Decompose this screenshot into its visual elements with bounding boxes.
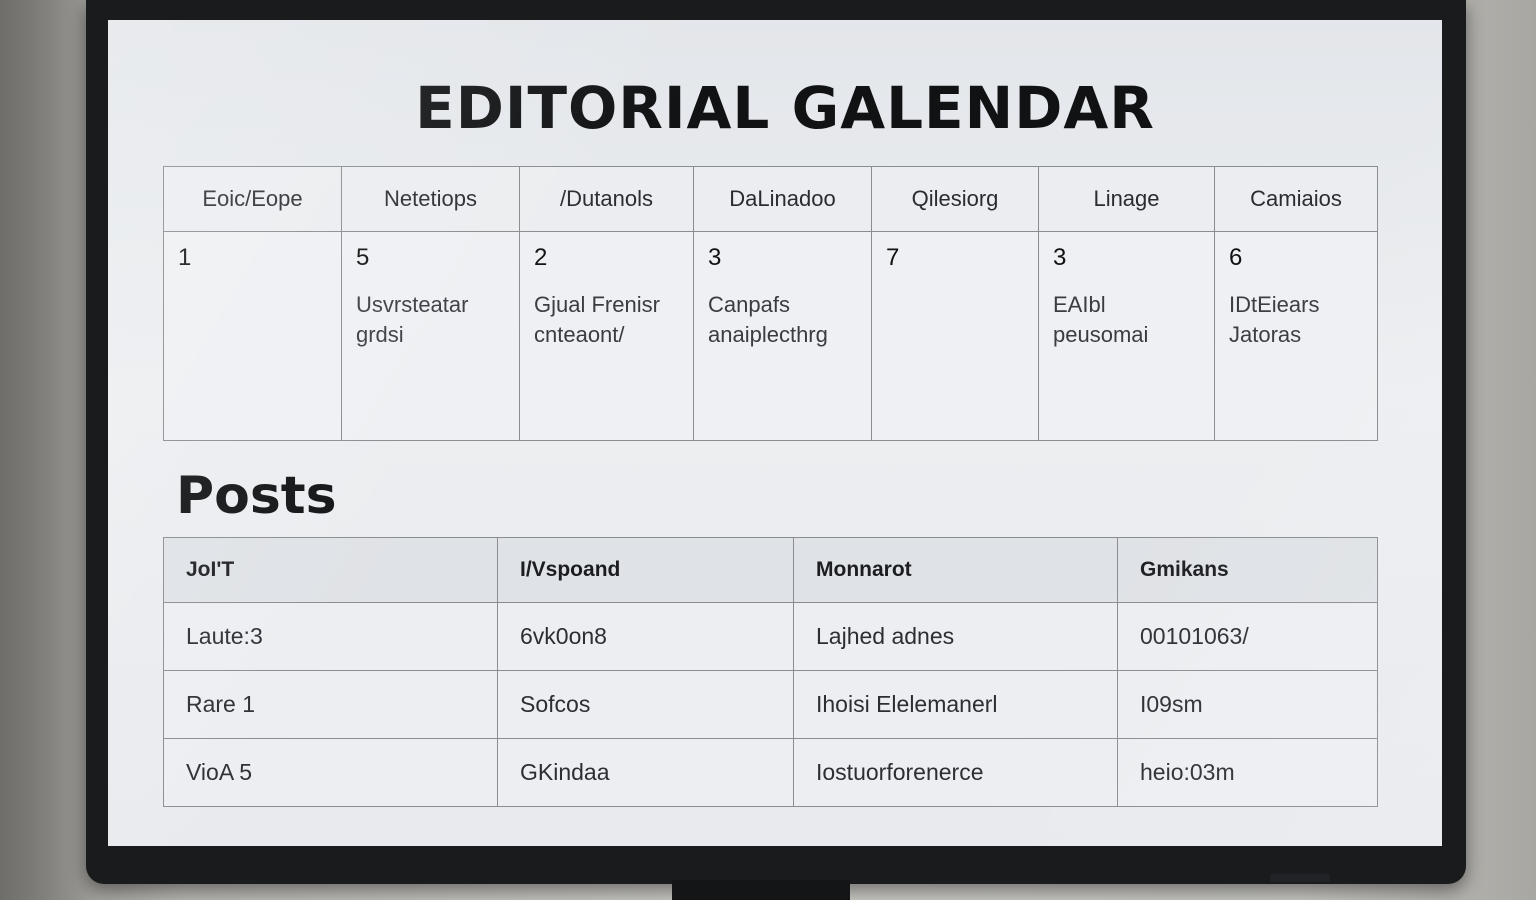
posts-cell: Iostuorforenerce bbox=[793, 738, 1118, 807]
calendar-cell-text: cnteaont/ bbox=[534, 322, 625, 347]
calendar-header-cell[interactable]: Camiaios bbox=[1214, 166, 1378, 232]
posts-cell: heio:03m bbox=[1117, 738, 1378, 807]
calendar-cell-number: 3 bbox=[1053, 244, 1067, 271]
calendar-cell[interactable]: 3 Canpafs anaiplecthrg bbox=[693, 231, 872, 441]
posts-table: JoI'T I/Vspoand Monnarot Gmikans Laute:3… bbox=[163, 537, 1378, 807]
calendar-cell-text: IDtEiears bbox=[1229, 292, 1320, 317]
calendar-cell-text: peusomai bbox=[1053, 322, 1149, 347]
posts-cell: 6vk0on8 bbox=[497, 602, 794, 671]
calendar-cell-number: 6 bbox=[1229, 244, 1243, 271]
calendar-cell[interactable]: 7 bbox=[871, 231, 1039, 441]
calendar-cell[interactable]: 5 Usvrsteatar grdsi bbox=[341, 231, 520, 441]
monitor-stand-foot bbox=[1270, 874, 1330, 882]
calendar-cell-text: EAIbl bbox=[1053, 292, 1106, 317]
calendar-cell[interactable]: 1 bbox=[163, 231, 342, 441]
calendar-cell-number: 7 bbox=[886, 244, 900, 271]
calendar-cell-number: 1 bbox=[178, 244, 192, 271]
calendar-header-row: Eoic/Eope Netetiops /Dutanols DaLinadoo … bbox=[163, 166, 1378, 232]
calendar-header-cell[interactable]: DaLinadoo bbox=[693, 166, 872, 232]
calendar-cell-text: Gjual Frenisr bbox=[534, 292, 660, 317]
calendar-cell-text: Jatoras bbox=[1229, 322, 1302, 347]
table-row[interactable]: VioA 5 GKindaa Iostuorforenerce heio:03m bbox=[163, 738, 1378, 807]
table-row[interactable]: Rare 1 Sofcos Ihoisi Elelemanerl I09sm bbox=[163, 670, 1378, 739]
calendar-table: Eoic/Eope Netetiops /Dutanols DaLinadoo … bbox=[163, 166, 1378, 441]
calendar-header-cell[interactable]: Netetiops bbox=[341, 166, 520, 232]
posts-cell: Lajhed adnes bbox=[793, 602, 1118, 671]
calendar-header-cell[interactable]: Qilesiorg bbox=[871, 166, 1039, 232]
table-row[interactable]: Laute:3 6vk0on8 Lajhed adnes 00101063/ bbox=[163, 602, 1378, 671]
posts-header-row: JoI'T I/Vspoand Monnarot Gmikans bbox=[163, 537, 1378, 603]
posts-cell: 00101063/ bbox=[1117, 602, 1378, 671]
wall-shadow bbox=[0, 0, 100, 900]
posts-column-header[interactable]: JoI'T bbox=[163, 537, 498, 603]
calendar-row: 1 5 Usvrsteatar grdsi 2 Gjual Frenisr cn… bbox=[163, 231, 1378, 441]
calendar-cell-text: Usvrsteatar bbox=[356, 292, 469, 317]
calendar-header-cell[interactable]: /Dutanols bbox=[519, 166, 694, 232]
posts-section-title: Posts bbox=[176, 466, 337, 526]
posts-cell: Sofcos bbox=[497, 670, 794, 739]
calendar-cell-text: grdsi bbox=[356, 322, 404, 347]
monitor-stand bbox=[672, 880, 850, 900]
calendar-cell-text: anaiplecthrg bbox=[708, 322, 828, 347]
calendar-cell-number: 2 bbox=[534, 244, 548, 271]
calendar-cell[interactable]: 3 EAIbl peusomai bbox=[1038, 231, 1215, 441]
calendar-cell-text: Canpafs bbox=[708, 292, 790, 317]
page-title: EDITORIAL GALENDAR bbox=[415, 74, 1155, 142]
posts-cell: GKindaa bbox=[497, 738, 794, 807]
posts-column-header[interactable]: Monnarot bbox=[793, 537, 1118, 603]
calendar-header-cell[interactable]: Linage bbox=[1038, 166, 1215, 232]
posts-cell: I09sm bbox=[1117, 670, 1378, 739]
posts-cell: Ihoisi Elelemanerl bbox=[793, 670, 1118, 739]
posts-cell: Laute:3 bbox=[163, 602, 498, 671]
monitor-screen: EDITORIAL GALENDAR Eoic/Eope Netetiops /… bbox=[108, 20, 1442, 846]
calendar-cell-number: 3 bbox=[708, 244, 722, 271]
posts-cell: Rare 1 bbox=[163, 670, 498, 739]
calendar-cell[interactable]: 2 Gjual Frenisr cnteaont/ bbox=[519, 231, 694, 441]
posts-column-header[interactable]: I/Vspoand bbox=[497, 537, 794, 603]
posts-cell: VioA 5 bbox=[163, 738, 498, 807]
calendar-header-cell[interactable]: Eoic/Eope bbox=[163, 166, 342, 232]
calendar-cell-number: 5 bbox=[356, 244, 370, 271]
posts-column-header[interactable]: Gmikans bbox=[1117, 537, 1378, 603]
calendar-cell[interactable]: 6 IDtEiears Jatoras bbox=[1214, 231, 1378, 441]
